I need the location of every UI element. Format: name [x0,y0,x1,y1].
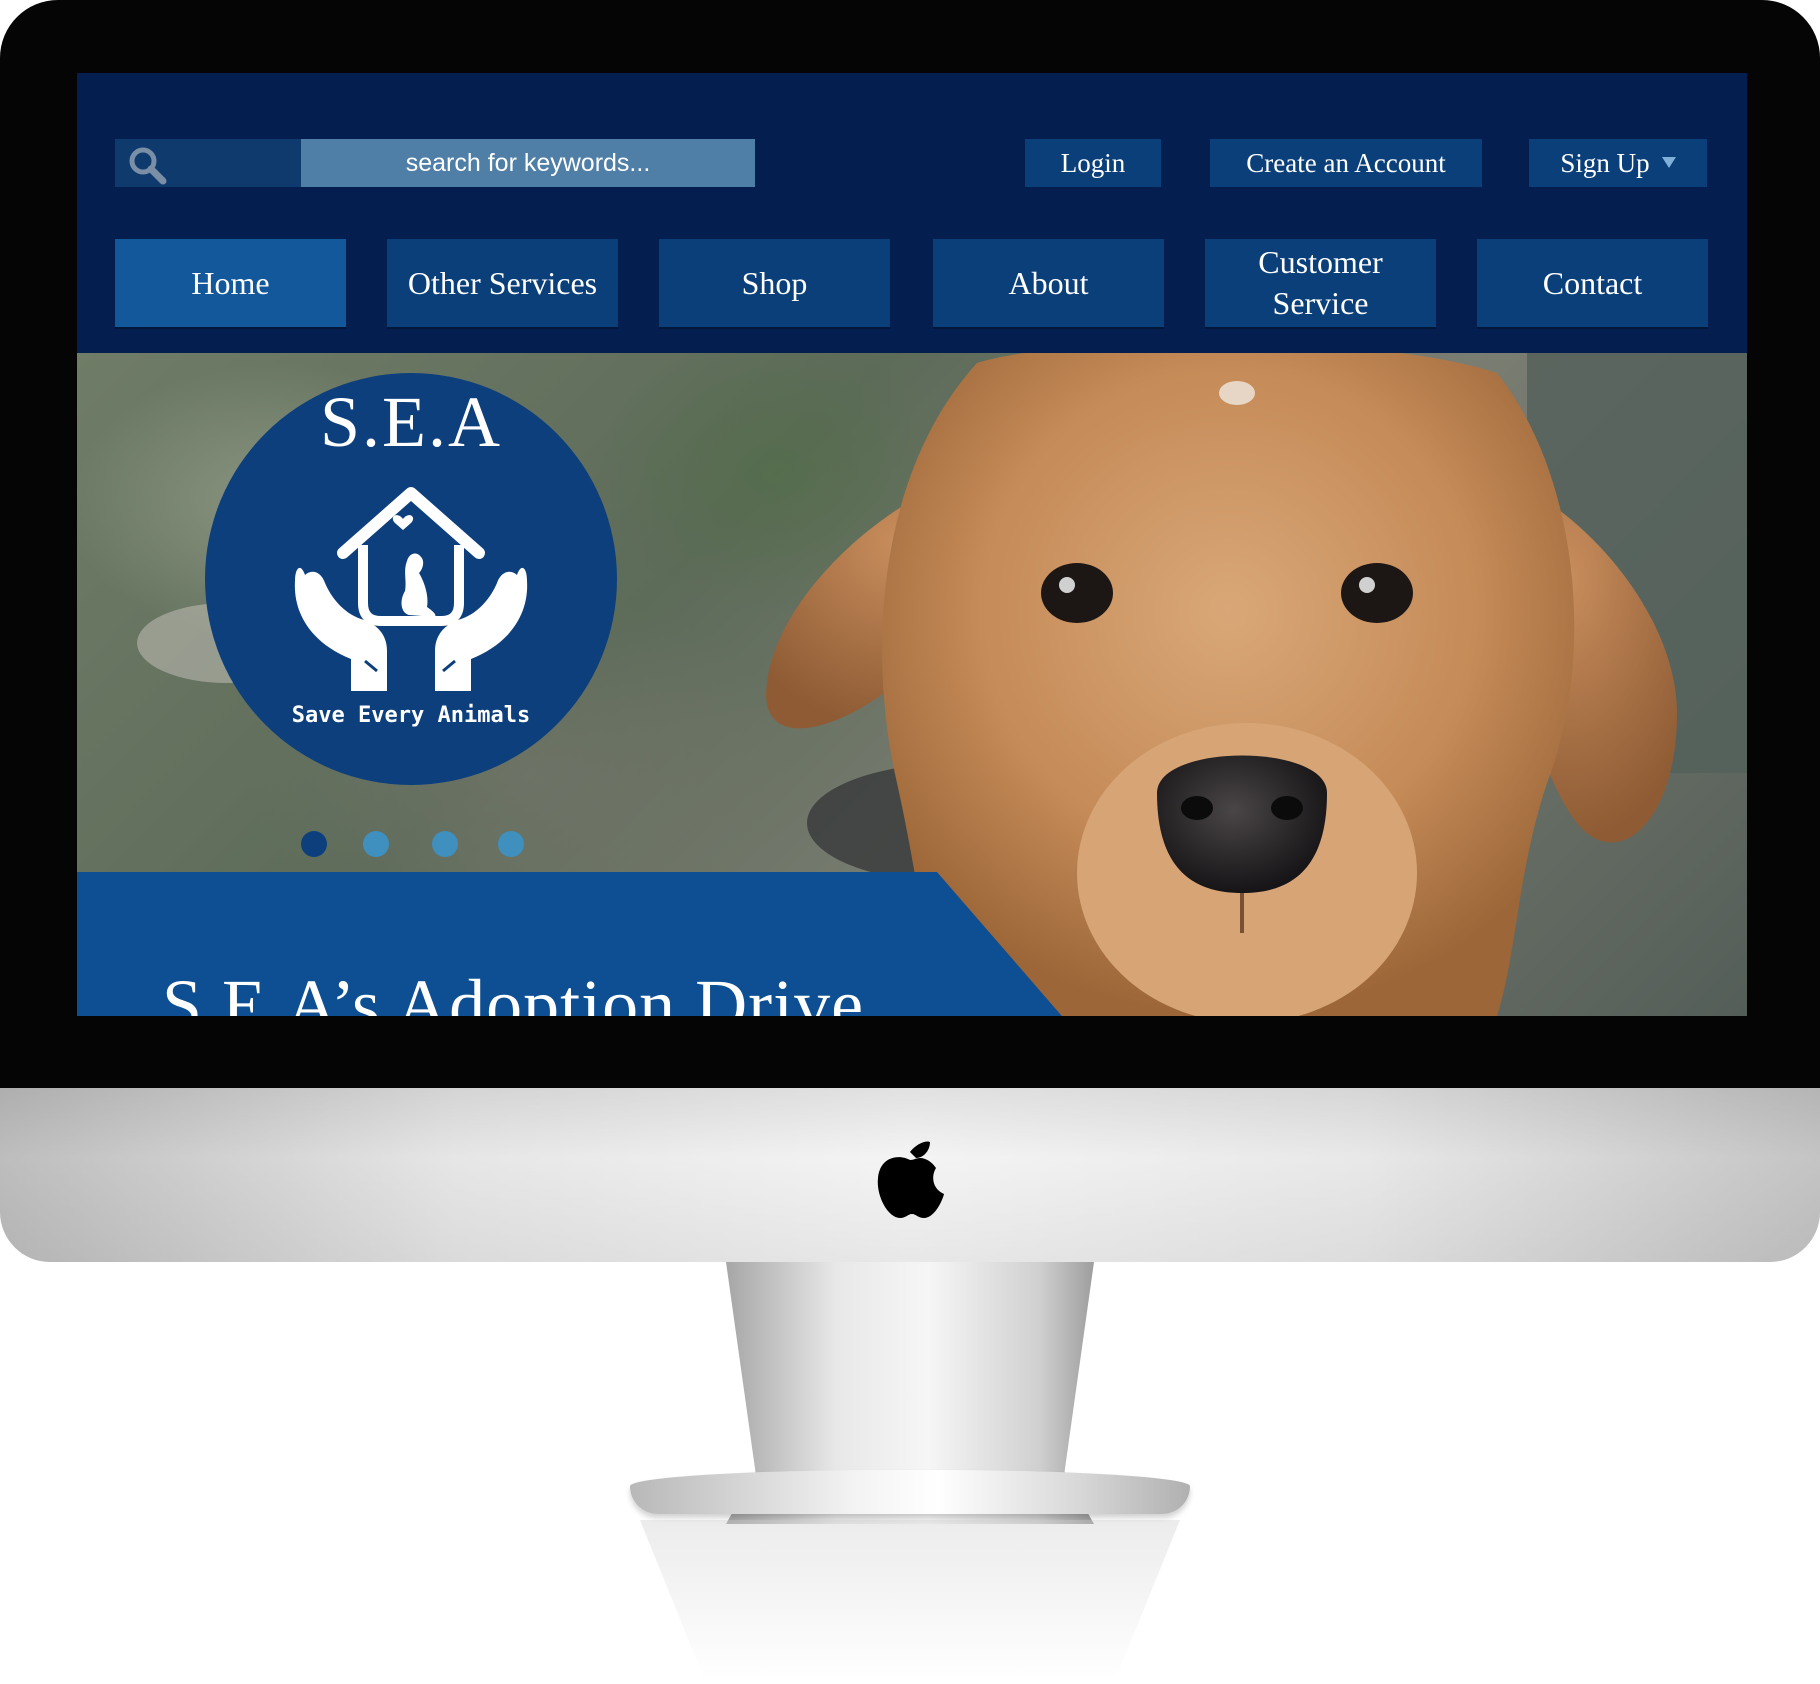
tab-other-services[interactable]: Other Services [387,239,618,327]
tab-label: About [1008,264,1089,301]
tab-home[interactable]: Home [115,239,346,327]
login-button[interactable]: Login [1025,139,1161,187]
logo-title: S.E.A [319,382,503,462]
hero-slider: S.E.A Save Every Animals S.E.A’s Adoptio… [77,353,1747,1016]
banner-title: S.E.A’s Adoption Drive [162,965,865,1016]
slider-dot[interactable] [363,831,389,857]
sea-logo[interactable]: S.E.A Save Every Animals [205,373,617,785]
tab-label: Customer Service [1258,244,1383,321]
house-hands-dog-icon [294,487,528,691]
sign-up-label: Sign Up [1560,148,1650,178]
tab-shop[interactable]: Shop [659,239,890,327]
site-header: search for keywords... Login Create an A… [77,73,1747,353]
create-account-button[interactable]: Create an Account [1210,139,1482,187]
apple-logo-icon [877,1141,944,1218]
tab-label: Shop [741,264,808,301]
monitor-stand-base [630,1470,1190,1514]
chevron-down-icon [1661,157,1676,169]
monitor-stand-reflection [640,1520,1180,1680]
search-bar[interactable]: search for keywords... [115,139,755,187]
tab-label: Other Services [407,264,598,301]
sign-up-button[interactable]: Sign Up [1529,139,1707,187]
search-icon[interactable] [127,145,167,185]
slider-dot[interactable] [498,831,524,857]
tab-label: Contact [1542,264,1643,301]
tab-label: Home [191,264,270,301]
slider-dot[interactable] [301,831,327,857]
slider-dot[interactable] [432,831,458,857]
tab-about[interactable]: About [933,239,1164,327]
promo-banner[interactable]: S.E.A’s Adoption Drive [77,872,1067,1016]
logo-tagline: Save Every Animals [291,703,531,728]
tab-contact[interactable]: Contact [1477,239,1708,327]
search-input[interactable]: search for keywords... [301,139,755,187]
tab-customer-service[interactable]: Customer Service [1205,239,1436,327]
screen: search for keywords... Login Create an A… [77,73,1747,1016]
